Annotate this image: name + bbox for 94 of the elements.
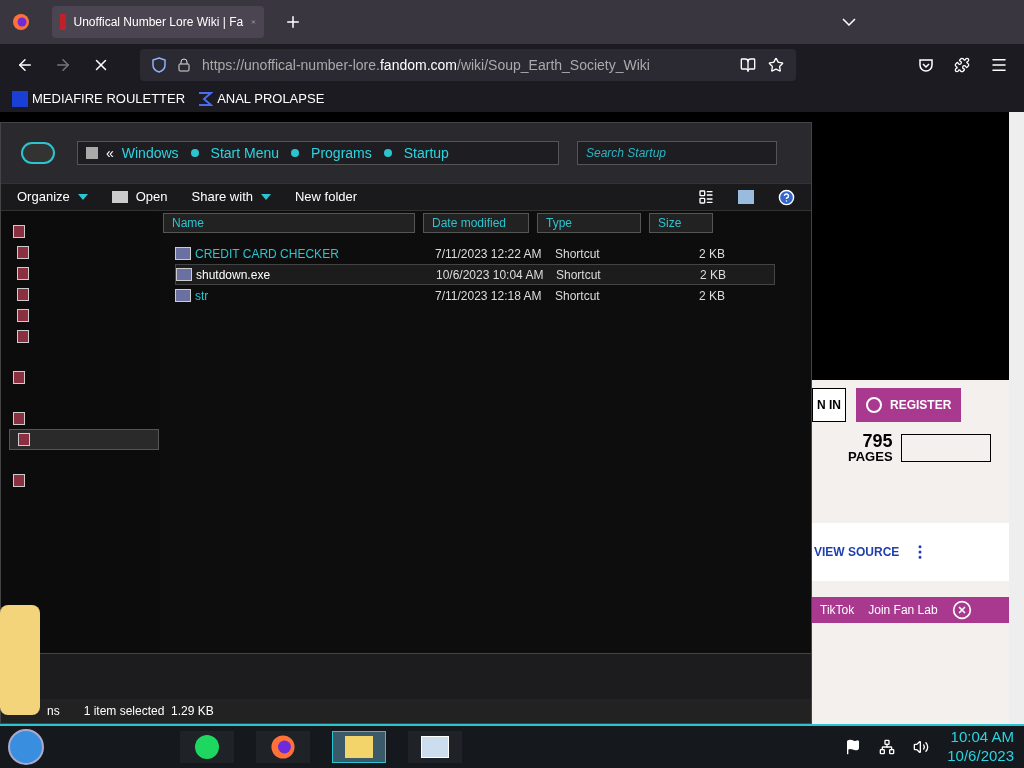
tab-title: Unoffical Number Lore Wiki | Fa — [73, 14, 244, 31]
start-button[interactable] — [8, 729, 44, 765]
caret-icon — [261, 194, 271, 200]
file-date: 7/11/2023 12:18 AM — [435, 287, 543, 305]
file-row[interactable]: CREDIT CARD CHECKER 7/11/2023 12:22 AM Shortcut 2 KB — [175, 243, 775, 264]
taskbar-app[interactable] — [256, 731, 310, 763]
file-size: 2 KB — [698, 287, 725, 305]
file-type: Shortcut — [555, 287, 601, 305]
file-name: shutdown.exe — [196, 266, 272, 284]
folder-icon — [13, 474, 25, 487]
folder-icon — [17, 267, 29, 280]
help-icon[interactable] — [778, 188, 795, 206]
favicon — [60, 14, 66, 30]
folder-icon — [17, 330, 29, 343]
column-header[interactable]: Date modified — [423, 213, 529, 233]
sign-in-button[interactable]: N IN — [812, 388, 846, 422]
breadcrumb-item[interactable]: Startup — [403, 142, 449, 164]
file-name: str — [195, 287, 210, 305]
user-icon — [866, 397, 882, 413]
shield-icon — [152, 57, 166, 73]
browser-tab[interactable]: Unoffical Number Lore Wiki | Fa — [52, 6, 264, 38]
shortcut-icon — [175, 247, 191, 260]
column-header[interactable]: Name — [163, 213, 415, 233]
breadcrumb-item[interactable]: Windows — [121, 142, 179, 164]
pocket-icon[interactable] — [918, 57, 934, 73]
network-icon[interactable] — [879, 739, 896, 755]
taskbar-app[interactable] — [180, 731, 234, 763]
clock[interactable]: 10:04 AM 10/6/2023 — [947, 728, 1014, 766]
column-header[interactable]: Type — [537, 213, 641, 233]
folder-icon — [345, 736, 373, 758]
firefox-icon[interactable] — [12, 13, 30, 31]
file-size: 2 KB — [699, 266, 726, 284]
status-text: 1 item selected 1.29 KB — [83, 703, 214, 720]
monitor-icon — [421, 736, 449, 758]
forward-icon[interactable] — [54, 56, 72, 74]
bookmark[interactable]: ANAL PROLAPSE — [197, 89, 325, 109]
folder-icon — [13, 412, 25, 425]
back-orb-icon[interactable] — [21, 142, 55, 164]
file-type: Shortcut — [555, 245, 601, 263]
breadcrumb-item[interactable]: Start Menu — [210, 142, 280, 164]
taskbar-app[interactable] — [408, 731, 462, 763]
extensions-icon[interactable] — [954, 57, 970, 73]
folder-icon — [18, 433, 30, 446]
file-row[interactable]: str 7/11/2023 12:18 AM Shortcut 2 KB — [175, 285, 775, 306]
folder-icon — [86, 147, 98, 159]
file-date: 7/11/2023 12:22 AM — [435, 245, 543, 263]
reader-icon[interactable] — [740, 57, 756, 73]
breadcrumb-chevron: « — [106, 143, 114, 163]
breadcrumb-item[interactable]: Programs — [311, 142, 372, 164]
folder-icon — [17, 246, 29, 259]
view-source-link[interactable]: VIEW SOURCE — [814, 543, 900, 561]
status-text: ns — [47, 703, 60, 720]
toolbar-button[interactable]: New folder — [295, 187, 358, 207]
lock-icon — [178, 58, 190, 72]
file-row[interactable]: shutdown.exe 10/6/2023 10:04 AM Shortcut 2 KB — [175, 264, 775, 285]
toolbar-button[interactable]: Organize — [17, 187, 88, 207]
volume-icon[interactable] — [913, 739, 930, 755]
firefox-icon — [270, 734, 296, 760]
fan-bar-link[interactable]: Join Fan Lab — [868, 601, 938, 619]
file-date: 10/6/2023 10:04 AM — [436, 266, 545, 284]
file-type: Shortcut — [556, 266, 602, 284]
url-text: https://unoffical-number-lore.fandom.com/wiki/Soup_Earth_Society_Wiki — [202, 55, 650, 75]
shortcut-icon — [176, 268, 192, 281]
page-count: 795 — [862, 432, 893, 450]
notes-icon — [195, 735, 219, 759]
bookmark[interactable]: MEDIAFIRE ROULETTER — [12, 89, 186, 109]
folder-icon — [13, 371, 25, 384]
folder-icon — [17, 288, 29, 301]
address-bar[interactable]: https://unoffical-number-lore.fandom.com/wiki/Soup_Earth_Society_Wiki — [140, 49, 796, 81]
folder-icon — [13, 225, 25, 238]
bookmark-icon — [12, 91, 28, 107]
new-tab-icon[interactable] — [284, 13, 302, 31]
register-button[interactable]: REGISTER — [856, 388, 962, 422]
address-breadcrumb[interactable]: « Windows Start Menu Programs Startup — [77, 141, 559, 165]
back-icon[interactable] — [16, 56, 34, 74]
chevron-icon[interactable] — [842, 18, 856, 26]
caret-icon — [77, 194, 88, 200]
fan-bar-link[interactable]: TikTok — [820, 601, 855, 619]
file-name: CREDIT CARD CHECKER — [195, 245, 340, 263]
search-field[interactable]: Search Startup — [577, 141, 777, 165]
window-icon — [111, 191, 128, 203]
flag-icon[interactable] — [845, 739, 862, 755]
toolbar-button[interactable]: Open — [111, 187, 168, 207]
menu-icon[interactable] — [990, 56, 1008, 74]
toolbar-button[interactable]: Share with — [191, 187, 271, 207]
file-size: 2 KB — [698, 245, 725, 263]
close-icon[interactable] — [951, 600, 972, 620]
star-icon[interactable] — [768, 57, 784, 73]
view-icon[interactable] — [698, 189, 714, 205]
folder-icon — [17, 309, 29, 322]
sigma-icon — [197, 91, 214, 107]
shortcut-icon — [175, 289, 191, 302]
column-header[interactable]: Size — [649, 213, 713, 233]
page-count-label: PAGES — [848, 450, 893, 463]
